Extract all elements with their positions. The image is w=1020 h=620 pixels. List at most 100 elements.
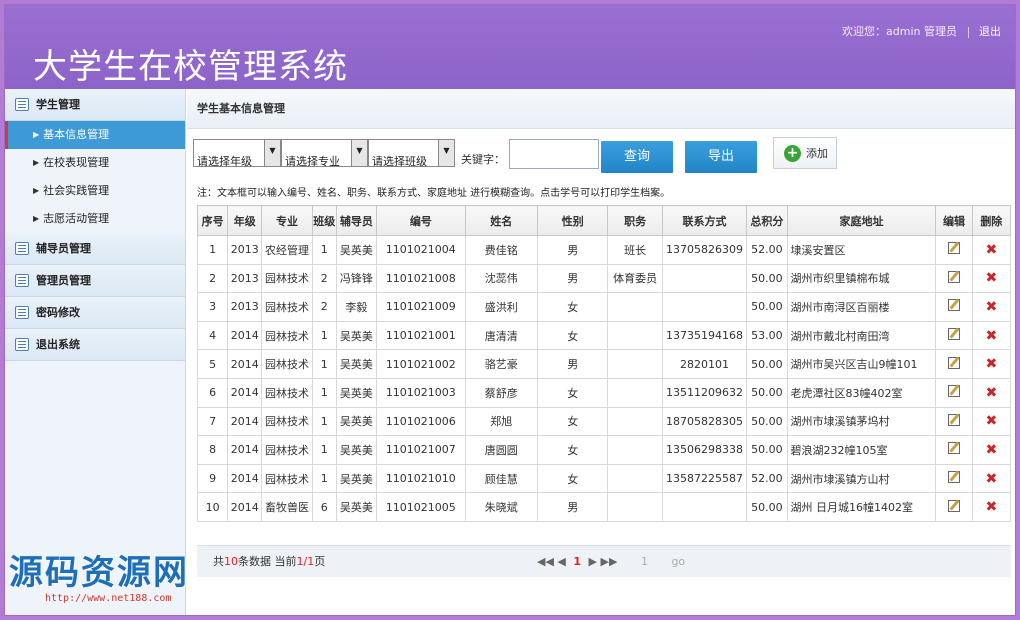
sidebar-item-volunteer[interactable]: ▶ 志愿活动管理 [5,205,185,233]
table-cell: 骆艺豪 [464,349,539,379]
edit-icon[interactable] [948,413,961,426]
table-cell: 费佳铭 [464,235,539,265]
sidebar-item-basic-info[interactable]: ▶ 基本信息管理 [5,121,185,149]
delete-icon[interactable]: ✖ [985,270,997,286]
edit-cell[interactable] [935,349,973,379]
next-page-icon[interactable]: ▶ [589,555,597,568]
current-page[interactable]: 1 [573,555,581,568]
sidebar-group-exit[interactable]: 退出系统 [5,329,185,361]
table-cell[interactable]: 1101021001 [376,320,466,351]
table-cell: 盛洪利 [464,292,539,322]
sidebar-group-label: 管理员管理 [36,273,91,287]
export-button[interactable]: 导出 [685,141,757,173]
table-cell [607,349,663,379]
edit-cell[interactable] [935,406,973,437]
welcome-text: 欢迎您：admin 管理员 [842,25,957,38]
delete-cell[interactable]: ✖ [971,349,1012,379]
edit-cell[interactable] [935,292,973,322]
search-button[interactable]: 查询 [601,141,673,173]
edit-icon[interactable] [948,471,961,484]
watermark: 源码资源网 http://www.net188.com [9,553,209,615]
edit-icon[interactable] [948,385,961,398]
keyword-input[interactable] [509,139,599,169]
sidebar-group-counselor[interactable]: 辅导员管理 [5,233,185,265]
table-cell: 50.00 [746,292,788,322]
delete-cell[interactable]: ✖ [971,406,1012,437]
table-row: 10 2014 畜牧兽医 6 吴英美 1101021005 朱晓斌男 50.00 湖州 日月城1… [196,492,1012,522]
table-cell: 唐清清 [464,320,539,351]
table-cell: 13506298338 [661,435,748,465]
delete-cell[interactable]: ✖ [971,263,1012,294]
edit-cell[interactable] [935,263,973,294]
pager-suffix: 页 [314,555,326,568]
edit-icon[interactable] [948,499,961,512]
edit-cell[interactable] [935,320,973,351]
edit-icon[interactable] [948,328,961,341]
column-header: 删除 [971,205,1012,236]
delete-cell[interactable]: ✖ [971,492,1012,522]
edit-cell[interactable] [935,435,973,465]
edit-icon[interactable] [948,356,961,369]
sidebar-group-admin[interactable]: 管理员管理 [5,265,185,297]
grade-select[interactable]: 请选择年级 ▼ [193,139,281,168]
delete-cell[interactable]: ✖ [971,463,1012,494]
go-button[interactable]: go [671,555,685,568]
table-cell: 18705828305 [661,406,748,437]
delete-icon[interactable]: ✖ [985,356,997,372]
sidebar-item-social-practice[interactable]: ▶ 社会实践管理 [5,177,185,205]
delete-icon[interactable]: ✖ [985,499,997,515]
table-cell[interactable]: 1101021010 [376,463,466,494]
table-cell [607,463,663,494]
delete-cell[interactable]: ✖ [971,435,1012,465]
table-cell: 1 [311,320,337,351]
table-cell[interactable]: 1101021007 [376,435,466,465]
table-row: 4 2014 园林技术 1 吴英美 1101021001 唐清清女 13735194168 53… [196,320,1012,351]
table-cell: 园林技术 [261,292,313,322]
first-page-icon[interactable]: ◀◀ [537,555,554,568]
delete-icon[interactable]: ✖ [985,413,997,429]
edit-icon[interactable] [948,299,961,312]
table-cell[interactable]: 1101021004 [376,235,466,265]
delete-cell[interactable]: ✖ [971,377,1012,408]
edit-icon[interactable] [948,242,961,255]
table-cell[interactable]: 1101021006 [376,406,466,437]
table-cell[interactable]: 1101021009 [376,292,466,322]
edit-icon[interactable] [948,442,961,455]
table-cell: 园林技术 [261,435,313,465]
logout-link[interactable]: 退出 [979,25,1001,38]
class-select[interactable]: 请选择班级 ▼ [368,139,455,168]
table-cell[interactable]: 1101021003 [376,377,466,408]
delete-icon[interactable]: ✖ [985,299,997,315]
goto-page-input[interactable]: 1 [641,555,648,568]
table-cell: 2014 [227,320,263,351]
add-button[interactable]: + 添加 [773,137,837,169]
delete-icon[interactable]: ✖ [985,442,997,458]
delete-cell[interactable]: ✖ [971,320,1012,351]
sidebar-group-password[interactable]: 密码修改 [5,297,185,329]
delete-icon[interactable]: ✖ [985,242,997,258]
delete-icon[interactable]: ✖ [985,385,997,401]
last-page-icon[interactable]: ▶▶ [601,555,618,568]
plus-icon: + [784,144,801,162]
edit-cell[interactable] [935,377,973,408]
delete-cell[interactable]: ✖ [971,292,1012,322]
delete-icon[interactable]: ✖ [985,471,997,487]
edit-cell[interactable] [935,463,973,494]
pagination-bar: 共10条数据 当前1/1页 ◀◀ ◀ 1 ▶ ▶▶ 1 go [197,545,1011,577]
sidebar-group-student[interactable]: 学生管理 [5,89,185,121]
sidebar-item-performance[interactable]: ▶ 在校表现管理 [5,149,185,177]
table-cell[interactable]: 1101021002 [376,349,466,379]
table-cell: 50.00 [746,492,788,522]
table-cell: 湖州 日月城16幢1402室 [786,492,937,522]
table-cell[interactable]: 1101021008 [376,263,466,294]
edit-icon[interactable] [948,270,961,283]
delete-icon[interactable]: ✖ [985,328,997,344]
major-select[interactable]: 请选择专业 ▼ [281,139,368,168]
edit-cell[interactable] [935,492,973,522]
delete-cell[interactable]: ✖ [971,235,1012,265]
sidebar: 学生管理 ▶ 基本信息管理 ▶ 在校表现管理 ▶ 社会实践管理 ▶ 志愿活动管理… [5,89,186,615]
prev-page-icon[interactable]: ◀ [557,555,565,568]
table-cell: 湖州市南浔区百丽楼 [786,292,937,322]
table-cell[interactable]: 1101021005 [376,492,466,522]
edit-cell[interactable] [935,235,973,265]
